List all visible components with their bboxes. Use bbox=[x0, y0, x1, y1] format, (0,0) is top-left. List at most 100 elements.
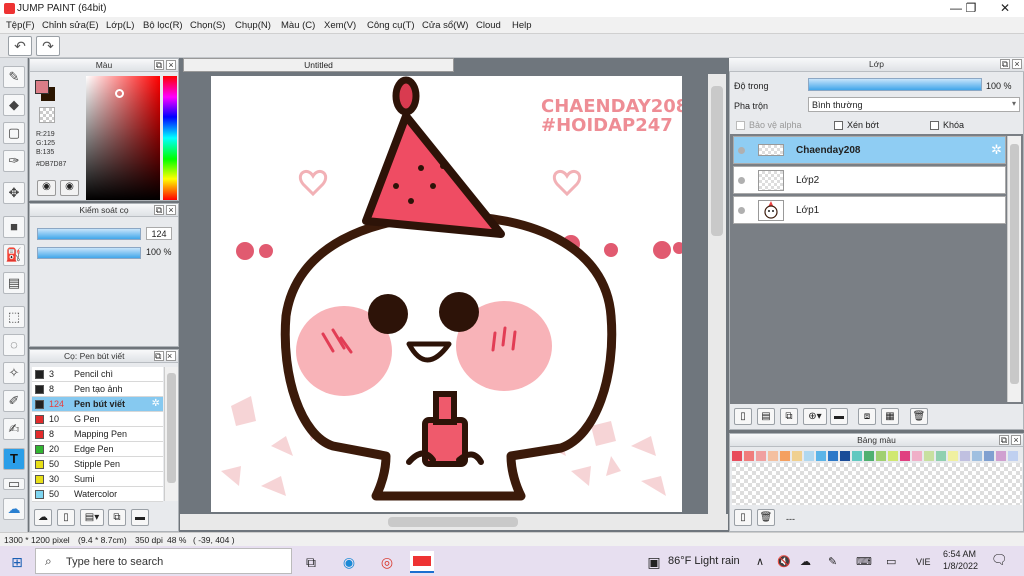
new-layer-icon[interactable]: ▯ bbox=[734, 408, 752, 425]
copy-brush-icon[interactable]: ⧉ bbox=[108, 509, 126, 526]
menu-window[interactable]: Cửa sổ(W) bbox=[422, 20, 468, 31]
new-brush-icon[interactable]: ▯ bbox=[57, 509, 75, 526]
transparent-color-swatch[interactable] bbox=[39, 107, 55, 123]
palette-swatch-20[interactable] bbox=[972, 451, 982, 461]
palette-swatch-13[interactable] bbox=[888, 451, 898, 461]
menu-help[interactable]: Help bbox=[512, 20, 532, 31]
select-rect-tool-icon[interactable]: ⬚ bbox=[3, 306, 25, 328]
gradient-tool-icon[interactable]: ▤ bbox=[3, 272, 25, 294]
menu-layer[interactable]: Lớp(L) bbox=[106, 20, 134, 31]
gear-icon[interactable]: ✲ bbox=[152, 398, 160, 409]
layer-folder-icon[interactable]: ▬ bbox=[830, 408, 848, 425]
palette-swatch-12[interactable] bbox=[876, 451, 886, 461]
keyboard-icon[interactable]: ⌨ bbox=[856, 555, 872, 568]
close-panel-icon[interactable]: × bbox=[1011, 435, 1021, 445]
menu-filter[interactable]: Bộ lọc(R) bbox=[143, 20, 183, 31]
palette-swatch-0[interactable] bbox=[732, 451, 742, 461]
text-tool-icon[interactable]: T bbox=[3, 448, 25, 470]
palette-swatch-14[interactable] bbox=[900, 451, 910, 461]
pen-tool-icon[interactable]: ✎ bbox=[3, 66, 25, 88]
brush-row-writing-pen[interactable]: 124 Pen bút viết ✲ bbox=[32, 397, 163, 412]
line-tool-icon[interactable]: ✑ bbox=[3, 150, 25, 172]
palette-swatch-8[interactable] bbox=[828, 451, 838, 461]
pen-workspace-icon[interactable]: ✎ bbox=[828, 555, 837, 568]
foreground-color-swatch[interactable] bbox=[35, 80, 49, 94]
canvas-vertical-scrollbar[interactable] bbox=[708, 74, 726, 514]
redo-button[interactable]: ↷ bbox=[36, 36, 60, 56]
visibility-icon[interactable] bbox=[738, 207, 745, 214]
cloud-tool-icon[interactable]: ☁ bbox=[3, 498, 25, 520]
scrollbar-thumb[interactable] bbox=[1010, 144, 1019, 384]
color-picker-cursor[interactable] bbox=[115, 89, 124, 98]
close-panel-icon[interactable]: × bbox=[1012, 59, 1022, 69]
layer-list-scrollbar[interactable] bbox=[1007, 136, 1021, 402]
palette-swatch-23[interactable] bbox=[1008, 451, 1018, 461]
undo-button[interactable]: ↶ bbox=[8, 36, 32, 56]
palette-swatch-2[interactable] bbox=[756, 451, 766, 461]
brush-cloud-icon[interactable]: ☁ bbox=[34, 509, 52, 526]
palette-swatch-7[interactable] bbox=[816, 451, 826, 461]
fill-shape-tool-icon[interactable]: ■ bbox=[3, 216, 25, 238]
new-palette-color-icon[interactable]: ▯ bbox=[734, 509, 752, 526]
cloud-sync-icon[interactable]: ☁ bbox=[800, 555, 811, 568]
protect-alpha-checkbox[interactable]: Bảo vệ alpha bbox=[736, 120, 802, 131]
palette-swatch-6[interactable] bbox=[804, 451, 814, 461]
palette-swatch-3[interactable] bbox=[768, 451, 778, 461]
volume-muted-icon[interactable]: 🔇 bbox=[777, 555, 791, 568]
clock-date[interactable]: 1/8/2022 bbox=[943, 561, 978, 571]
palette-swatch-4[interactable] bbox=[780, 451, 790, 461]
taskbar-search-box[interactable]: ⌕ Type here to search bbox=[35, 548, 292, 574]
weather-text[interactable]: 86°F Light rain bbox=[668, 555, 740, 567]
float-icon[interactable]: ⧉ bbox=[154, 205, 164, 215]
brush-list-scrollbar[interactable] bbox=[164, 367, 178, 501]
palette-icon[interactable]: ◉ bbox=[37, 180, 56, 196]
brush-row-image-pen[interactable]: 8 Pen tạo ảnh bbox=[32, 382, 163, 397]
lasso-tool-icon[interactable]: ◌ bbox=[3, 334, 25, 356]
shape-tool-icon[interactable]: ▢ bbox=[3, 122, 25, 144]
palette-swatch-21[interactable] bbox=[984, 451, 994, 461]
ruler-tool-icon[interactable]: ▭ bbox=[3, 477, 25, 490]
jump-paint-taskbar-icon[interactable] bbox=[410, 551, 434, 573]
eraser-tool-icon[interactable]: ◆ bbox=[3, 94, 25, 116]
brush-menu-icon[interactable]: ▤▾ bbox=[80, 509, 104, 526]
notifications-icon[interactable]: 🗨 bbox=[991, 552, 1008, 568]
menu-file[interactable]: Tệp(F) bbox=[6, 20, 35, 31]
brush-row-watercolor[interactable]: 50 Watercolor bbox=[32, 487, 163, 502]
duplicate-layer-icon[interactable]: ⧉ bbox=[780, 408, 798, 425]
close-panel-icon[interactable]: × bbox=[166, 60, 176, 70]
palette-swatch-17[interactable] bbox=[936, 451, 946, 461]
float-icon[interactable]: ⧉ bbox=[154, 351, 164, 361]
palette-swatch-1[interactable] bbox=[744, 451, 754, 461]
windows-start-icon[interactable]: ⊞ bbox=[6, 551, 28, 573]
move-tool-icon[interactable]: ✥ bbox=[3, 182, 25, 204]
select-eraser-tool-icon[interactable]: ✍ bbox=[3, 418, 25, 440]
palette-swatch-18[interactable] bbox=[948, 451, 958, 461]
brush-row-pencil[interactable]: 3 Pencil chì bbox=[32, 367, 163, 382]
language-indicator[interactable]: VIE bbox=[916, 557, 931, 567]
document-tab[interactable]: Untitled bbox=[183, 58, 454, 72]
scrollbar-thumb[interactable] bbox=[711, 86, 723, 236]
delete-palette-color-icon[interactable]: 🗑 bbox=[757, 509, 775, 526]
select-pen-tool-icon[interactable]: ✐ bbox=[3, 390, 25, 412]
task-view-icon[interactable]: ⧉ bbox=[300, 551, 322, 573]
menu-edit[interactable]: Chỉnh sửa(E) bbox=[42, 20, 99, 31]
layer-opacity-slider[interactable] bbox=[808, 78, 982, 91]
layer-row-2[interactable]: Lớp2 bbox=[733, 166, 1006, 194]
menu-cloud[interactable]: Cloud bbox=[476, 20, 501, 31]
brush-row-g-pen[interactable]: 10 G Pen bbox=[32, 412, 163, 427]
show-hidden-icons-icon[interactable]: ∧ bbox=[756, 555, 764, 568]
lock-checkbox[interactable]: Khóa bbox=[930, 120, 964, 131]
clipping-checkbox[interactable]: Xén bớt bbox=[834, 120, 879, 131]
close-panel-icon[interactable]: × bbox=[166, 205, 176, 215]
palette-settings-icon[interactable]: ◉ bbox=[60, 180, 79, 196]
scrollbar-thumb[interactable] bbox=[167, 373, 176, 483]
palette-empty-area[interactable] bbox=[732, 463, 1022, 505]
display-icon[interactable]: ▭ bbox=[886, 555, 896, 568]
new-layer-menu-icon[interactable]: ▤ bbox=[757, 408, 775, 425]
palette-swatch-5[interactable] bbox=[792, 451, 802, 461]
drawing-canvas[interactable]: CHAENDAY208 #HOIDAP247 bbox=[211, 76, 682, 512]
brush-row-edge-pen[interactable]: 20 Edge Pen bbox=[32, 442, 163, 457]
brush-row-mapping-pen[interactable]: 8 Mapping Pen bbox=[32, 427, 163, 442]
close-panel-icon[interactable]: × bbox=[166, 351, 176, 361]
scrollbar-thumb[interactable] bbox=[388, 517, 518, 527]
